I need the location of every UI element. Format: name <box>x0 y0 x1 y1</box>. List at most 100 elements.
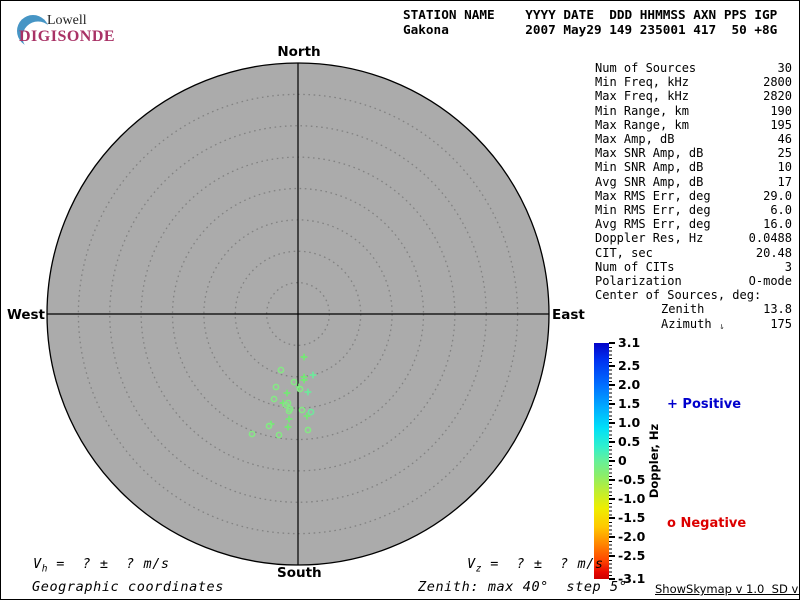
param-value: 195 <box>770 117 792 132</box>
param-row: Min RMS Err, deg 6.0 <box>595 203 792 217</box>
param-value: 20.48 <box>755 245 792 260</box>
colorbar-tick-label: 2.0 <box>618 376 641 392</box>
param-value: 2820 <box>763 89 792 104</box>
param-row: Min SNR Amp, dB 10 <box>595 160 792 174</box>
param-label: Center of Sources, deg: <box>595 288 762 303</box>
colorbar-tick-label: 3.1 <box>618 335 641 350</box>
param-label: Max Amp, dB <box>595 132 675 147</box>
colorbar-major-tick <box>609 383 615 386</box>
param-value: 16.0 <box>763 217 792 232</box>
param-row: Zenith 13.8 <box>595 302 792 316</box>
param-row: Max Freq, kHz 2820 <box>595 89 792 103</box>
legend-negative: o Negative <box>667 516 747 531</box>
param-value: 30 <box>777 61 792 75</box>
colorbar-tick-label: 0.5 <box>618 433 641 449</box>
logo-digisonde-text: DIGISONDE <box>19 28 116 45</box>
colorbar-tick-label: 1.5 <box>618 395 641 411</box>
param-label: Max SNR Amp, dB <box>595 146 704 161</box>
logo-lowell-text: Lowell <box>47 13 87 28</box>
compass-east-label: East <box>552 307 585 323</box>
colorbar-major-tick <box>609 479 615 482</box>
param-row: Max SNR Amp, dB 25 <box>595 146 792 160</box>
param-row: Avg SNR Amp, dB 17 <box>595 175 792 189</box>
param-row: Max RMS Err, deg 29.0 <box>595 189 792 203</box>
colorbar-axis-label: Doppler, Hz <box>647 423 661 499</box>
vz-readout: Vz = ? ± ? m/s <box>467 556 604 575</box>
param-row: Max Amp, dB 46 <box>595 132 792 146</box>
param-row: Polarization O-mode <box>595 274 792 288</box>
param-label: Min Freq, kHz <box>595 75 689 90</box>
colorbar-major-tick <box>609 517 615 520</box>
param-value: 0.0488 <box>748 231 792 246</box>
colorbar-major-tick <box>609 536 615 539</box>
program-version-label: ShowSkymap v 1.0 SD v 4.2 <box>655 582 799 596</box>
vh-readout: Vh = ? ± ? m/s <box>33 556 170 575</box>
param-value: O-mode <box>748 274 792 289</box>
colorbar-major-tick <box>609 402 615 405</box>
param-row: Num of Sources 30 <box>595 61 792 75</box>
param-row: Min Freq, kHz 2800 <box>595 75 792 89</box>
param-label: Polarization <box>595 274 682 289</box>
param-row: Doppler Res, Hz 0.0488 <box>595 231 792 245</box>
param-value: 17 <box>777 174 792 189</box>
showskymap-window: Lowell DIGISONDE STATION NAME YYYY DATE … <box>0 0 800 600</box>
param-label: Max RMS Err, deg <box>595 188 711 203</box>
param-row: Avg RMS Err, deg 16.0 <box>595 217 792 231</box>
param-value: 46 <box>777 132 792 147</box>
colorbar-tick-label: 0 <box>618 453 627 468</box>
param-row: CIT, sec 20.48 <box>595 246 792 260</box>
param-label: Max Range, km <box>595 117 689 132</box>
param-row: Max Range, km 195 <box>595 118 792 132</box>
param-label: Num of CITs <box>595 259 675 274</box>
param-value: 13.8 <box>763 302 792 317</box>
param-value: 2800 <box>763 75 792 90</box>
compass-west-label: West <box>6 307 45 323</box>
colorbar-tick-label: -1.5 <box>618 510 646 526</box>
colorbar-major-tick <box>609 555 615 558</box>
colorbar-major-tick <box>609 421 615 424</box>
colorbar-tick-label: -1.0 <box>618 491 646 507</box>
colorbar-major-tick <box>609 440 615 443</box>
colorbar-major-tick <box>609 342 615 344</box>
colorbar-major-tick <box>609 498 615 501</box>
colorbar-tick-label: -0.5 <box>618 472 646 488</box>
param-label: Num of Sources <box>595 61 697 75</box>
param-value: 3 <box>784 259 792 274</box>
param-value: 10 <box>777 160 792 175</box>
azimuth-direction-icon: ↑ <box>718 320 726 332</box>
param-label: Min RMS Err, deg <box>595 203 711 218</box>
param-row: Center of Sources, deg: <box>595 288 792 302</box>
param-label: Max Freq, kHz <box>595 89 689 104</box>
param-label: Min SNR Amp, dB <box>595 160 704 175</box>
colorbar-major-tick <box>609 460 615 462</box>
compass-north-label: North <box>277 44 321 60</box>
param-value: 6.0 <box>770 203 792 218</box>
param-value: 175 <box>770 316 792 331</box>
param-value: 190 <box>770 103 792 118</box>
colorbar-tick-label: 1.0 <box>618 414 641 430</box>
param-label: Min Range, km <box>595 103 689 118</box>
param-value: 25 <box>777 146 792 161</box>
param-label: Avg SNR Amp, dB <box>595 174 704 189</box>
param-label: Avg RMS Err, deg <box>595 217 711 232</box>
coordinates-note: Geographic coordinates <box>32 579 225 595</box>
zenith-scale-note: Zenith: max 40° step 5° <box>418 579 628 595</box>
legend-positive: + Positive <box>667 397 742 412</box>
param-row: Num of CITs 3 <box>595 260 792 274</box>
colorbar-tick-label: -2.5 <box>618 548 646 564</box>
param-label: CIT, sec <box>595 245 653 260</box>
param-row: Min Range, km 190 <box>595 104 792 118</box>
colorbar-tick-label: -2.0 <box>618 529 646 545</box>
param-row: Azimuth ↑ 175 <box>595 317 792 333</box>
parameter-panel: Num of Sources 30 Min Freq, kHz 2800 Max Fre… <box>595 61 792 333</box>
param-value: 29.0 <box>763 188 792 203</box>
header-column-titles: STATION NAME YYYY DATE DDD HHMMSS AXN PP… <box>403 7 778 22</box>
colorbar-tick-label: 2.5 <box>618 357 641 373</box>
compass-south-label: South <box>277 565 322 581</box>
doppler-colorbar <box>594 343 609 579</box>
param-label: Azimuth ↑ <box>661 316 726 332</box>
param-label: Doppler Res, Hz <box>595 231 704 246</box>
colorbar-major-tick <box>609 364 615 367</box>
header-values: Gakona 2007 May29 149 235001 417 50 +8G <box>403 22 778 37</box>
param-label: Zenith <box>661 302 705 317</box>
